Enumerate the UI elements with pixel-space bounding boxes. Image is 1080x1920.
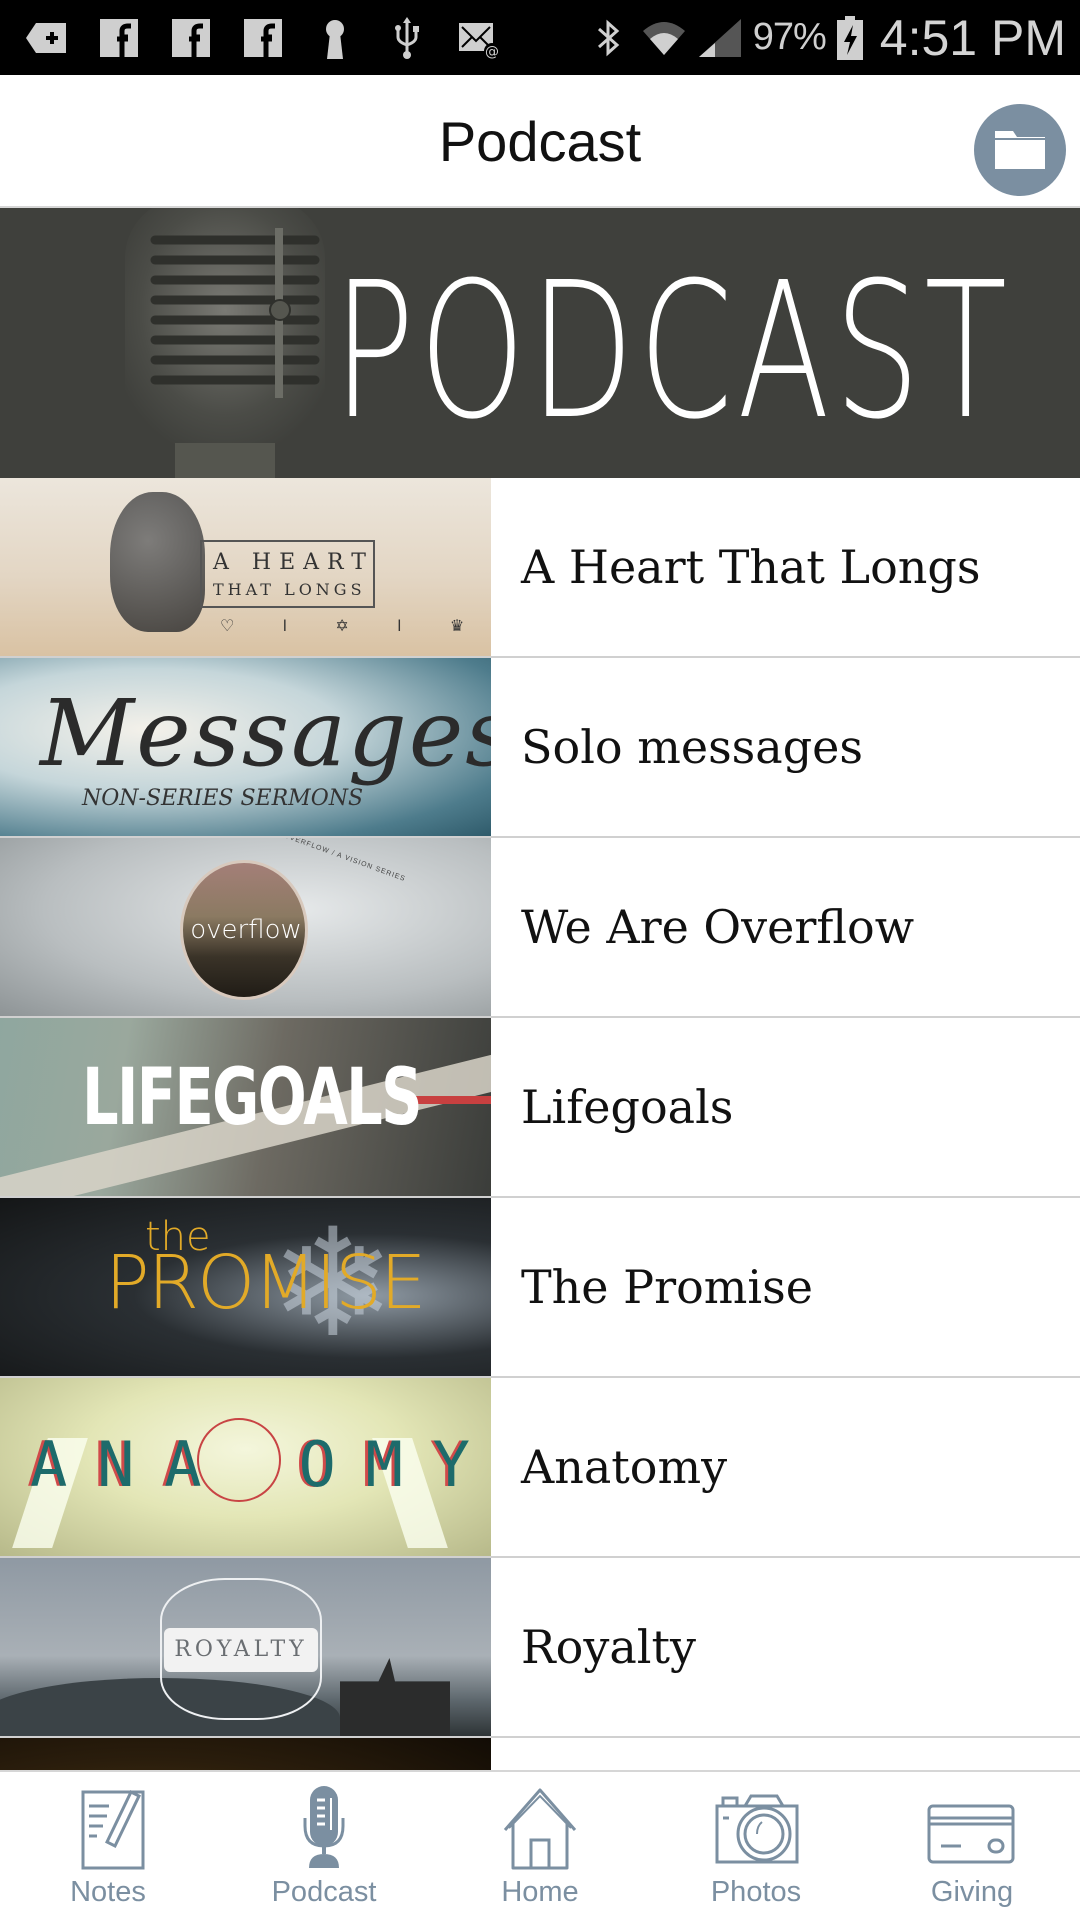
nav-label: Home xyxy=(501,1876,579,1908)
battery-percent: 97% xyxy=(752,16,827,58)
podcast-banner: PODCAST xyxy=(0,208,1080,478)
podcast-thumbnail: A HEART THAT LONGS ♡ ǀ ✡ ǀ ♛ xyxy=(0,478,491,656)
podcast-thumbnail: Messages NON-SERIES SERMONS xyxy=(0,658,491,836)
podcast-thumbnail: LIFEGOALS xyxy=(0,1018,491,1196)
thumbnail-letter: A xyxy=(164,1428,202,1501)
podcast-item-anatomy[interactable]: A N A T O M Y Anatomy xyxy=(0,1378,1080,1558)
thumbnail-letter: O xyxy=(298,1428,336,1501)
podcast-thumbnail: A N A T O M Y xyxy=(0,1378,491,1556)
svg-text:@: @ xyxy=(485,44,499,60)
thumbnail-letter: Y xyxy=(432,1428,470,1501)
nav-podcast[interactable]: Podcast xyxy=(216,1772,432,1920)
podcast-title: Royalty xyxy=(521,1620,696,1674)
thumbnail-text: A N A T O M Y xyxy=(30,1428,470,1501)
page-title: Podcast xyxy=(438,110,642,173)
add-notification-icon xyxy=(24,15,70,61)
thumbnail-text: overflow xyxy=(190,915,302,945)
podcast-title: A Heart That Longs xyxy=(521,540,981,594)
podcast-thumbnail xyxy=(0,1738,491,1770)
podcast-item-lifegoals[interactable]: LIFEGOALS Lifegoals xyxy=(0,1018,1080,1198)
signal-icon xyxy=(697,15,743,61)
thumbnail-letter: M xyxy=(365,1428,403,1501)
podcast-title: Solo messages xyxy=(521,720,863,774)
notes-icon xyxy=(63,1784,153,1870)
home-icon xyxy=(495,1784,585,1870)
microphone-image xyxy=(125,208,325,478)
thumbnail-text: LIFEGOALS xyxy=(82,1053,423,1143)
thumbnail-text: A HEART xyxy=(213,550,374,575)
facebook-icon xyxy=(168,15,214,61)
nav-label: Photos xyxy=(710,1876,802,1908)
thumbnail-text: ROYALTY xyxy=(164,1628,318,1672)
credit-card-icon xyxy=(927,1784,1017,1870)
status-bar: @ 97% 4:51 PM xyxy=(0,0,1080,75)
podcast-thumbnail: ROYALTY xyxy=(0,1558,491,1736)
podcast-item-the-promise[interactable]: ❄ the PROMISE The Promise xyxy=(0,1198,1080,1378)
app-header: Podcast xyxy=(0,75,1080,208)
battery-charging-icon xyxy=(836,15,864,61)
folder-icon xyxy=(993,125,1047,176)
podcast-item-solo-messages[interactable]: Messages NON-SERIES SERMONS Solo message… xyxy=(0,658,1080,838)
microphone-icon xyxy=(279,1784,369,1870)
podcast-item-royalty[interactable]: ROYALTY Royalty xyxy=(0,1558,1080,1738)
nav-label: Podcast xyxy=(271,1876,377,1908)
thumbnail-letter: N xyxy=(97,1428,135,1501)
nav-label: Notes xyxy=(70,1876,146,1908)
thumbnail-text: THAT LONGS xyxy=(213,580,366,599)
email-icon: @ xyxy=(456,15,502,61)
nav-notes[interactable]: Notes xyxy=(0,1772,216,1920)
podcast-item-a-heart-that-longs[interactable]: A HEART THAT LONGS ♡ ǀ ✡ ǀ ♛ A Heart Tha… xyxy=(0,478,1080,658)
pen-image xyxy=(410,1096,491,1104)
podcast-title: Anatomy xyxy=(521,1440,728,1494)
podcast-item-we-are-overflow[interactable]: overflow WE ARE OVERFLOW / A VISION SERI… xyxy=(0,838,1080,1018)
thumbnail-letter: A xyxy=(30,1428,68,1501)
church-image xyxy=(340,1658,450,1736)
nav-home[interactable]: Home xyxy=(432,1772,648,1920)
podcast-title: The Promise xyxy=(521,1260,813,1314)
thumbnail-text: PROMISE xyxy=(105,1240,427,1326)
podcast-thumbnail: overflow WE ARE OVERFLOW / A VISION SERI… xyxy=(0,838,491,1016)
podcast-thumbnail: ❄ the PROMISE xyxy=(0,1198,491,1376)
clock: 4:51 PM xyxy=(879,9,1066,66)
banner-title: PODCAST xyxy=(333,242,1012,461)
facebook-icon xyxy=(96,15,142,61)
camera-icon xyxy=(711,1784,801,1870)
usb-icon xyxy=(384,15,430,61)
thumbnail-text: Messages xyxy=(40,680,491,787)
nav-giving[interactable]: Giving xyxy=(864,1772,1080,1920)
podcast-list[interactable]: A HEART THAT LONGS ♡ ǀ ✡ ǀ ♛ A Heart Tha… xyxy=(0,478,1080,1770)
nav-label: Giving xyxy=(930,1876,1014,1908)
folder-button[interactable] xyxy=(974,104,1066,196)
podcast-title xyxy=(491,1738,1080,1770)
facebook-icon xyxy=(240,15,286,61)
thumbnail-symbols: ♡ ǀ ✡ ǀ ♛ xyxy=(220,618,487,635)
podcast-title: Lifegoals xyxy=(521,1080,734,1134)
podcast-item-partial[interactable] xyxy=(0,1738,1080,1770)
wifi-icon xyxy=(641,15,687,61)
thumbnail-text: NON-SERIES SERMONS xyxy=(82,786,364,811)
podcast-title: We Are Overflow xyxy=(521,900,915,954)
bottom-navigation: Notes Podcast Home Photos Giving xyxy=(0,1770,1080,1920)
nav-photos[interactable]: Photos xyxy=(648,1772,864,1920)
keyhole-icon xyxy=(312,15,358,61)
statue-head-image xyxy=(110,492,205,632)
bluetooth-icon xyxy=(585,15,631,61)
